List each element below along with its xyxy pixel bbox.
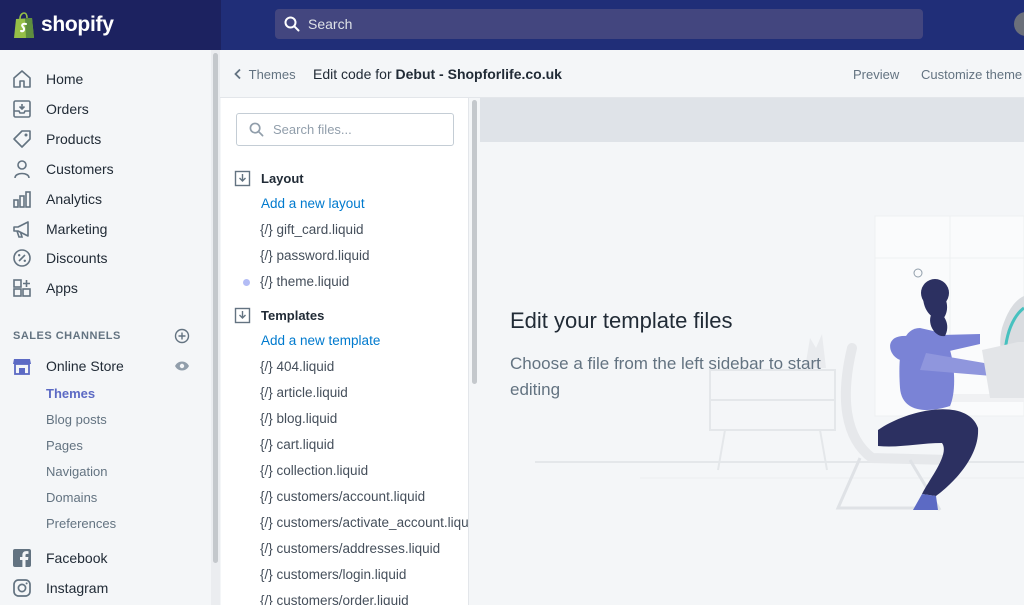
add-channel-icon[interactable] xyxy=(174,328,190,344)
instagram-icon xyxy=(13,579,31,597)
editor-area: Edit your template files Choose a file f… xyxy=(480,98,1024,605)
file-item[interactable]: {/} customers/addresses.liquid xyxy=(260,541,440,556)
shopify-logo[interactable]: shopify xyxy=(0,0,221,50)
bar-chart-icon xyxy=(13,191,31,208)
file-item[interactable]: {/} blog.liquid xyxy=(260,411,337,426)
file-item[interactable]: {/} cart.liquid xyxy=(260,437,334,452)
sidebar-item-marketing[interactable]: Marketing xyxy=(0,215,210,243)
sidebar-item-label: Marketing xyxy=(46,221,108,237)
file-item[interactable]: {/} 404.liquid xyxy=(260,359,334,374)
sidebar-item-label: Discounts xyxy=(46,250,108,266)
sidebar-item-home[interactable]: Home xyxy=(0,65,210,93)
search-input[interactable]: Search xyxy=(275,9,923,39)
folder-download-icon xyxy=(234,170,251,187)
editor-empty-title: Edit your template files xyxy=(510,308,733,333)
search-icon xyxy=(284,16,300,32)
sidebar-item-instagram[interactable]: Instagram xyxy=(0,574,210,602)
editor-empty-subtitle: Choose a file from the left sidebar to s… xyxy=(510,354,821,399)
sidebar-subitem-navigation[interactable]: Navigation xyxy=(46,464,107,479)
page-title-theme: Debut - Shopforlife.co.uk xyxy=(395,66,562,82)
person-icon xyxy=(14,160,30,179)
file-item[interactable]: {/} customers/account.liquid xyxy=(260,489,425,504)
unsaved-dot-indicator xyxy=(243,279,250,286)
file-item[interactable]: {/} collection.liquid xyxy=(260,463,368,478)
layout-folder-label: Layout xyxy=(261,171,304,186)
file-item[interactable]: {/} gift_card.liquid xyxy=(260,222,364,237)
file-item[interactable]: {/} article.liquid xyxy=(260,385,348,400)
sidebar-item-label: Instagram xyxy=(46,580,109,596)
brand-name: shopify xyxy=(41,13,114,36)
search-icon xyxy=(249,122,264,137)
file-item[interactable]: {/} password.liquid xyxy=(260,248,370,263)
back-to-themes-link[interactable]: Themes xyxy=(233,67,296,82)
layout-folder[interactable]: Layout xyxy=(234,170,304,187)
preview-link[interactable]: Preview xyxy=(853,67,899,82)
sidebar-item-label: Products xyxy=(46,131,102,147)
add-new-template-link[interactable]: Add a new template xyxy=(261,333,380,348)
edit-code-header: Themes Edit code for Debut - Shopforlife… xyxy=(220,50,1024,98)
page-title-prefix: Edit code for xyxy=(313,66,396,82)
file-item[interactable]: {/} theme.liquid xyxy=(260,274,349,289)
file-search-input[interactable]: Search files... xyxy=(236,113,454,146)
sidebar-item-label: Customers xyxy=(46,161,114,177)
sidebar-item-products[interactable]: Products xyxy=(0,125,210,153)
sidebar-item-apps[interactable]: Apps xyxy=(0,274,210,302)
sidebar-item-analytics[interactable]: Analytics xyxy=(0,185,210,213)
sidebar-item-label: Home xyxy=(46,71,84,87)
templates-folder-label: Templates xyxy=(261,308,325,323)
file-list-scrollbar[interactable] xyxy=(468,98,479,605)
facebook-icon xyxy=(13,549,31,567)
sidebar-subitem-pages[interactable]: Pages xyxy=(46,438,83,453)
sidebar-item-label: Online Store xyxy=(46,358,124,374)
sidebar-item-label: Analytics xyxy=(46,191,103,207)
sidebar-subitem-themes[interactable]: Themes xyxy=(46,386,95,401)
file-item[interactable]: {/} customers/login.liquid xyxy=(260,567,406,582)
file-list-scrollbar-thumb[interactable] xyxy=(472,100,477,384)
apps-icon xyxy=(13,279,31,297)
back-label: Themes xyxy=(248,67,296,82)
shopping-bag-icon xyxy=(14,11,34,38)
eye-icon[interactable] xyxy=(174,360,190,372)
sidebar-subitem-domains[interactable]: Domains xyxy=(46,490,97,505)
sidebar-subitem-blog-posts[interactable]: Blog posts xyxy=(46,412,107,427)
templates-folder[interactable]: Templates xyxy=(234,307,324,324)
orders-icon xyxy=(13,100,31,118)
file-sidebar: Search files... Layout Add a new layout … xyxy=(221,98,479,605)
sidebar-item-facebook[interactable]: Facebook xyxy=(0,544,210,572)
sidebar-item-label: Facebook xyxy=(46,550,108,566)
megaphone-icon xyxy=(13,221,29,238)
chevron-left-icon xyxy=(234,68,241,80)
sales-channels-title: SALES CHANNELS xyxy=(13,330,121,342)
search-placeholder: Search xyxy=(308,16,353,32)
sidebar-item-customers[interactable]: Customers xyxy=(0,155,210,183)
sidebar-item-orders[interactable]: Orders xyxy=(0,95,210,123)
customize-theme-link[interactable]: Customize theme xyxy=(921,67,1022,82)
store-icon xyxy=(13,359,31,375)
file-search-placeholder: Search files... xyxy=(273,122,352,137)
page-title: Edit code for Debut - Shopforlife.co.uk xyxy=(313,66,562,82)
home-icon xyxy=(13,70,31,88)
file-item[interactable]: {/} customers/activate_account.liquid xyxy=(260,515,479,530)
top-bar: shopify Search xyxy=(0,0,1024,50)
folder-download-icon xyxy=(234,307,251,324)
sidebar-scrollbar-thumb[interactable] xyxy=(213,53,218,563)
sidebar-subitem-preferences[interactable]: Preferences xyxy=(46,516,116,531)
discount-icon xyxy=(13,249,31,267)
tag-icon xyxy=(13,130,31,148)
file-item[interactable]: {/} customers/order.liquid xyxy=(260,593,409,605)
sidebar-item-label: Orders xyxy=(46,101,89,117)
add-new-layout-link[interactable]: Add a new layout xyxy=(261,196,365,211)
sidebar-item-label: Apps xyxy=(46,280,78,296)
sidebar-item-discounts[interactable]: Discounts xyxy=(0,244,210,272)
sidebar: Home Orders Products Customers Analytics… xyxy=(0,50,210,605)
sidebar-scrollbar[interactable] xyxy=(211,50,220,605)
